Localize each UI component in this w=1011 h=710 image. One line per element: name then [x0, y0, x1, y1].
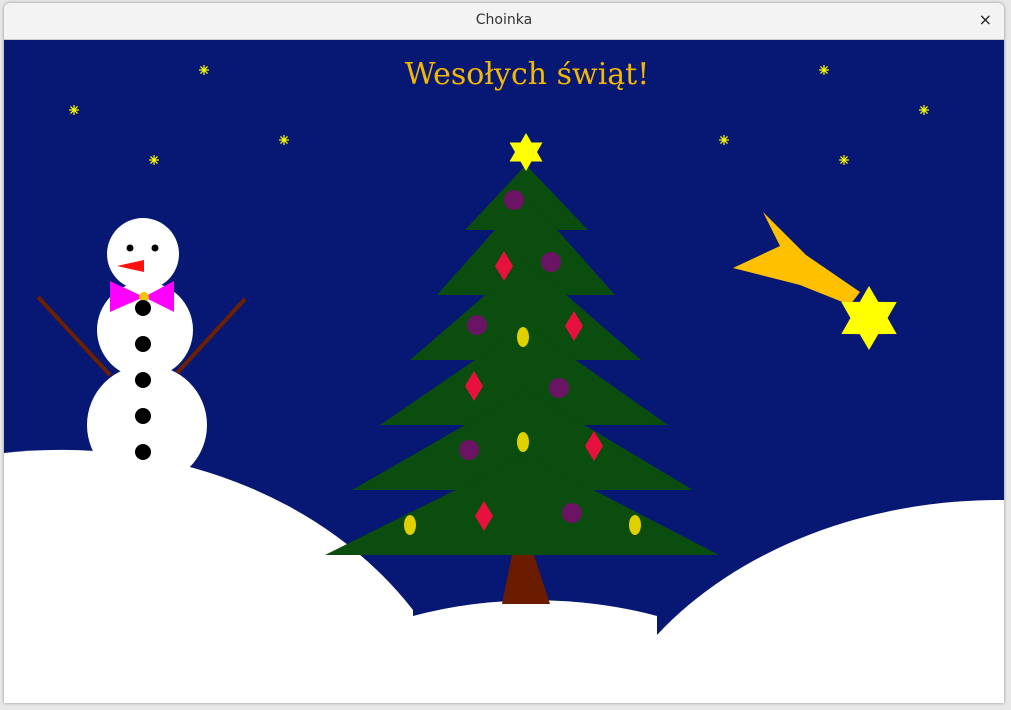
purple-bauble [549, 378, 569, 398]
star-icon [279, 135, 289, 145]
close-button[interactable]: × [975, 10, 996, 29]
yellow-bauble [517, 432, 529, 452]
purple-bauble [459, 440, 479, 460]
purple-bauble [467, 315, 487, 335]
star-icon [919, 105, 929, 115]
star-icon [69, 105, 79, 115]
star-icon [819, 65, 829, 75]
drawing-canvas: Wesołych świąt! [4, 40, 1004, 703]
app-window: Choinka × Wesołych świąt! [4, 3, 1004, 703]
star-icon [839, 155, 849, 165]
star-icon [149, 155, 159, 165]
yellow-bauble [404, 515, 416, 535]
title-bar[interactable]: Choinka × [4, 3, 1004, 40]
star-icon [719, 135, 729, 145]
star-icon [199, 65, 209, 75]
window-title: Choinka [475, 12, 533, 28]
greeting-text: Wesołych świąt! [405, 57, 650, 92]
purple-bauble [541, 252, 561, 272]
purple-bauble [562, 503, 582, 523]
yellow-bauble [517, 327, 529, 347]
purple-bauble [504, 190, 524, 210]
yellow-bauble [629, 515, 641, 535]
